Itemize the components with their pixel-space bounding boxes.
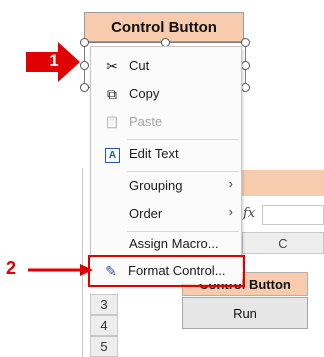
menu-item-label: Grouping: [129, 178, 183, 193]
step1-label: 1: [49, 51, 59, 70]
resize-handle[interactable]: [241, 83, 250, 92]
edit-text-icon: A: [105, 148, 120, 163]
formula-fx-icon: fx: [243, 206, 256, 221]
resize-handle[interactable]: [80, 83, 89, 92]
chevron-right-icon: ›: [228, 176, 233, 191]
formula-bar-input[interactable]: [262, 205, 324, 225]
row-header[interactable]: 5: [90, 336, 118, 357]
menu-item-label: Cut: [129, 58, 150, 73]
menu-item-grouping[interactable]: Grouping ›: [91, 173, 241, 199]
menu-item-label: Copy: [129, 86, 160, 101]
menu-item-edit-text[interactable]: A Edit Text: [91, 141, 241, 167]
resize-handle[interactable]: [241, 61, 250, 70]
menu-item-paste[interactable]: 📋 Paste: [91, 109, 241, 135]
menu-item-label: Edit Text: [129, 146, 179, 161]
menu-item-label: Assign Macro...: [129, 236, 219, 251]
column-header-c[interactable]: C: [242, 232, 324, 254]
menu-separator: [127, 171, 239, 172]
scissors-icon: ✂: [106, 57, 118, 74]
menu-item-label: Paste: [129, 114, 163, 129]
copy-icon: ⧉: [107, 85, 117, 102]
menu-item-cut[interactable]: ✂ Cut: [91, 53, 241, 79]
ribbon-strip: [240, 170, 324, 196]
menu-item-label: Order: [129, 206, 163, 221]
run-button[interactable]: Run: [182, 297, 308, 329]
row-header[interactable]: 3: [90, 294, 118, 315]
menu-item-copy[interactable]: ⧉ Copy: [91, 81, 241, 107]
menu-item-order[interactable]: Order ›: [91, 201, 241, 227]
menu-item-assign-macro[interactable]: Assign Macro...: [91, 231, 241, 257]
paste-icon: 📋: [104, 115, 120, 129]
step2-arrow-icon: [28, 264, 93, 276]
context-menu: ✂ Cut ⧉ Copy 📋 Paste A Edit Text Groupin…: [90, 46, 242, 267]
step2-label: 2: [6, 258, 17, 278]
chevron-right-icon: ›: [228, 204, 233, 219]
row-header[interactable]: 4: [90, 315, 118, 336]
format-control-highlight: [88, 255, 245, 287]
resize-handle[interactable]: [241, 38, 250, 47]
menu-separator: [127, 139, 239, 140]
